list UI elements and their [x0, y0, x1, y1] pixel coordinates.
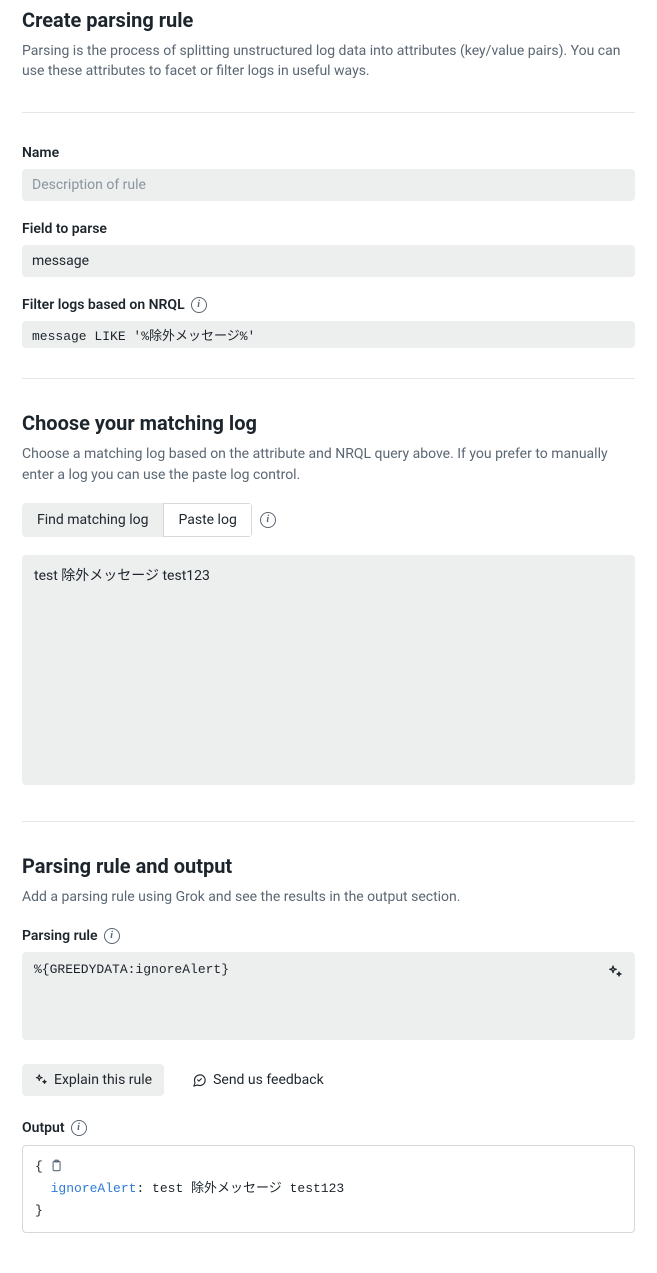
page-title: Create parsing rule	[22, 6, 635, 35]
info-icon[interactable]: i	[71, 1120, 87, 1136]
info-icon[interactable]: i	[104, 928, 120, 944]
info-icon[interactable]: i	[260, 512, 276, 528]
feedback-icon	[192, 1073, 207, 1088]
output-key: ignoreAlert	[51, 1181, 137, 1196]
explain-rule-label: Explain this rule	[54, 1072, 152, 1088]
ai-suggest-button[interactable]	[603, 960, 627, 984]
parsing-output-title: Parsing rule and output	[22, 852, 635, 881]
field-to-parse-label: Field to parse	[22, 219, 635, 239]
matching-log-description: Choose a matching log based on the attri…	[22, 444, 635, 485]
clipboard-icon	[49, 1159, 63, 1173]
parsing-output-description: Add a parsing rule using Grok and see th…	[22, 887, 635, 907]
filter-nrql-label: Filter logs based on NRQL	[22, 295, 185, 315]
info-icon[interactable]: i	[191, 297, 207, 313]
send-feedback-button[interactable]: Send us feedback	[180, 1064, 336, 1096]
divider	[22, 821, 635, 822]
matching-log-title: Choose your matching log	[22, 409, 635, 438]
paste-log-button[interactable]: Paste log	[163, 503, 251, 537]
copy-output-button[interactable]	[47, 1157, 65, 1175]
page-description: Parsing is the process of splitting unst…	[22, 41, 635, 82]
find-matching-log-button[interactable]: Find matching log	[22, 503, 163, 537]
output-value: test 除外メッセージ test123	[152, 1181, 344, 1196]
divider	[22, 378, 635, 379]
output-label: Output	[22, 1118, 65, 1138]
send-feedback-label: Send us feedback	[213, 1072, 324, 1088]
sparkle-icon	[607, 964, 623, 980]
name-label: Name	[22, 143, 635, 163]
parsing-rule-label: Parsing rule	[22, 926, 98, 946]
field-to-parse-input[interactable]	[22, 245, 635, 277]
sparkle-icon	[34, 1073, 48, 1087]
explain-rule-button[interactable]: Explain this rule	[22, 1064, 164, 1096]
parsing-rule-textarea[interactable]	[22, 952, 635, 1040]
output-box: { ignoreAlert: test 除外メッセージ test123 }	[22, 1145, 635, 1233]
paste-log-textarea[interactable]	[22, 555, 635, 785]
name-input[interactable]	[22, 169, 635, 201]
filter-nrql-input[interactable]	[22, 321, 635, 348]
divider	[22, 112, 635, 113]
